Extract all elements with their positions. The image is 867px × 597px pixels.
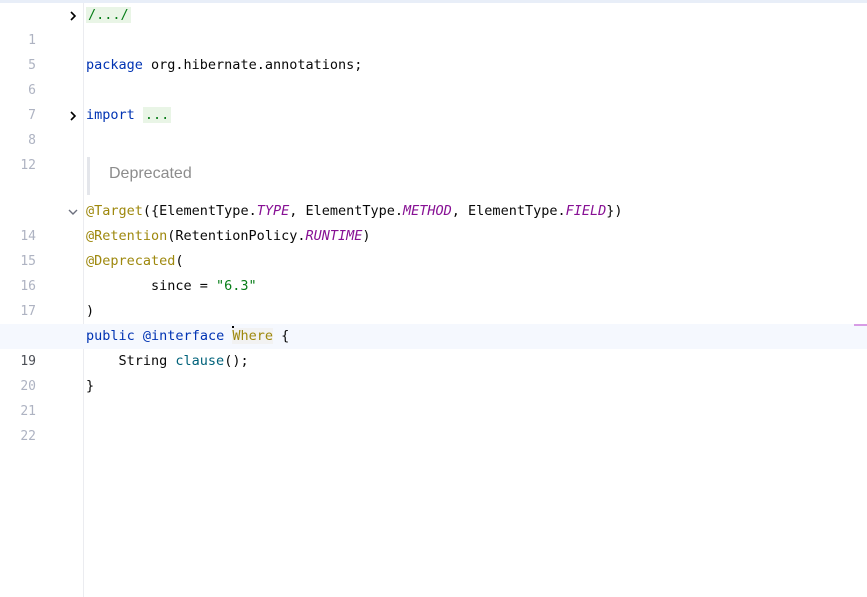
code-text: String [86, 353, 176, 369]
annotation: @Target [86, 203, 143, 219]
code-line[interactable]: 8 import ... [0, 103, 867, 148]
code-line[interactable]: 14 @Target({ElementType.TYPE, ElementTyp… [0, 199, 867, 244]
code-text: , ElementType. [451, 203, 566, 219]
folded-comment-region[interactable]: /.../ [86, 7, 131, 23]
identifier-highlight[interactable]: Where [232, 328, 273, 344]
keyword: @interface [142, 328, 225, 344]
code-text: (); [224, 353, 249, 369]
enum-constant: FIELD [565, 203, 607, 219]
code-line[interactable]: 22 [0, 399, 867, 444]
code-line[interactable]: 17 since = "6.3" [0, 274, 867, 319]
code-text: ) [362, 228, 371, 244]
enum-constant: METHOD [403, 203, 452, 219]
code-line[interactable]: 12 [0, 128, 867, 173]
code-text: ( [175, 253, 184, 269]
line-number[interactable]: 22 [0, 424, 36, 449]
code-line[interactable]: 15 @Retention(RetentionPolicy.RUNTIME) [0, 224, 867, 269]
code-editor[interactable]: 1 /.../ 5 6 package org.hibernate.annota… [0, 3, 867, 597]
enum-constant: RUNTIME [305, 228, 363, 244]
chevron-down-icon[interactable] [66, 199, 80, 224]
code-text: ) [86, 303, 95, 319]
keyword: package [86, 57, 143, 73]
code-line[interactable]: 1 /.../ [0, 3, 867, 48]
code-text: { [272, 328, 290, 344]
code-line[interactable]: 7 [0, 78, 867, 123]
string-literal: "6.3" [216, 278, 257, 294]
annotation: @Deprecated [86, 253, 176, 269]
chevron-right-icon[interactable] [66, 3, 80, 28]
chevron-right-icon[interactable] [66, 103, 80, 128]
code-text: }) [606, 203, 623, 219]
method-name: clause [175, 353, 225, 369]
code-line[interactable]: 20 String clause(); [0, 349, 867, 394]
code-line[interactable]: 21 } [0, 374, 867, 419]
enum-constant: TYPE [256, 203, 290, 219]
code-line[interactable]: 16 @Deprecated( [0, 249, 867, 294]
package-name: org.hibernate.annotations; [142, 57, 363, 73]
error-stripe-marker[interactable] [854, 324, 867, 326]
code-text: since = [86, 278, 217, 294]
inlay-label: Deprecated [109, 165, 192, 182]
keyword: import [86, 107, 135, 123]
code-line[interactable]: 18 ) [0, 299, 867, 344]
current-code-line[interactable]: 19 public @interface Where { [0, 324, 867, 369]
line-number[interactable]: 12 [0, 153, 36, 178]
deprecated-inlay-hint[interactable]: Deprecated [87, 157, 192, 195]
code-line[interactable]: 5 [0, 28, 867, 73]
annotation: @Retention [86, 228, 168, 244]
code-text: (RetentionPolicy. [167, 228, 306, 244]
code-text: , ElementType. [289, 203, 404, 219]
folded-imports-region[interactable]: ... [142, 107, 172, 123]
code-text: ({ElementType. [142, 203, 257, 219]
keyword: public [86, 328, 135, 344]
code-text: } [86, 378, 95, 394]
code-line[interactable]: 6 package org.hibernate.annotations; [0, 53, 867, 98]
